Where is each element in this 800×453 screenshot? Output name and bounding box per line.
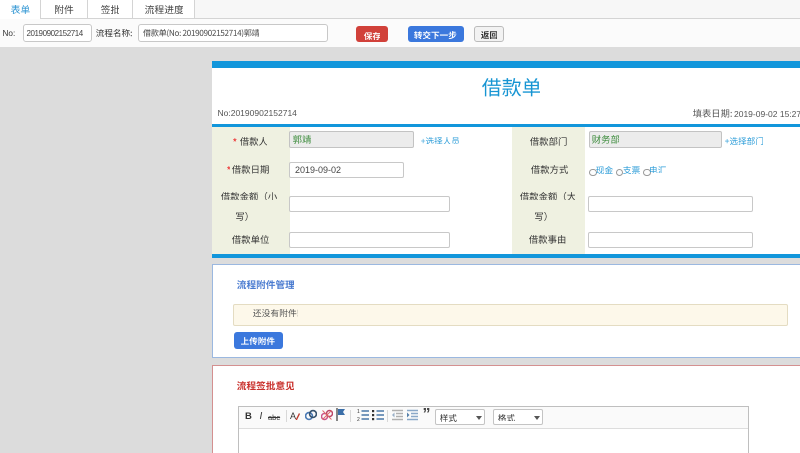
svg-text:1: 1 [357,409,360,415]
svg-text:2: 2 [357,417,360,421]
svg-text:A: A [290,411,296,421]
